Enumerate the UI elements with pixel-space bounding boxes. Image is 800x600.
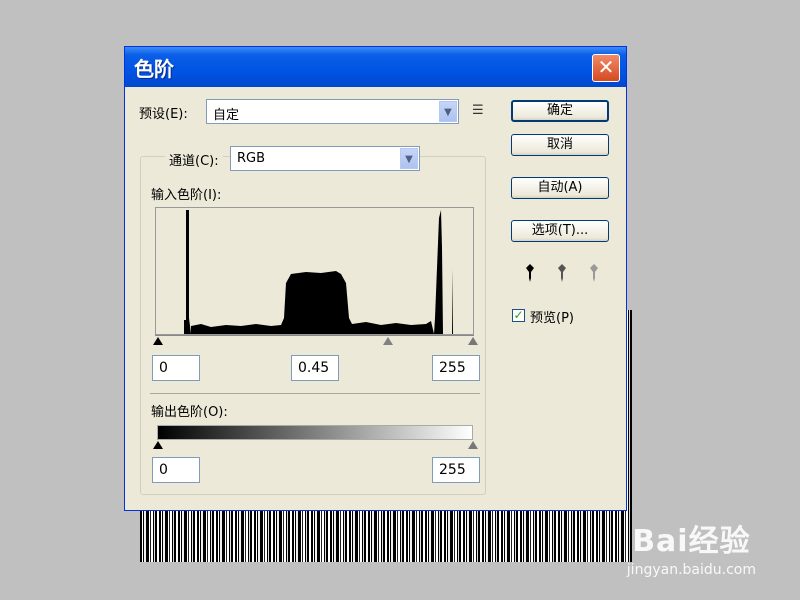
output-black-slider-handle[interactable] — [153, 441, 163, 449]
input-slider-track — [155, 335, 474, 336]
close-button[interactable]: ✕ — [592, 54, 620, 82]
watermark-url: jingyan.baidu.com — [626, 562, 756, 578]
output-black-field[interactable]: 0 — [152, 457, 200, 483]
output-gradient-bar — [157, 425, 473, 440]
gray-eyedropper-icon[interactable] — [557, 264, 567, 282]
watermark-logo: Bai经验 — [632, 524, 751, 559]
black-eyedropper-icon[interactable] — [525, 264, 535, 282]
section-divider — [150, 393, 480, 394]
white-eyedropper-icon[interactable] — [589, 264, 599, 282]
channel-label: 通道(C): — [165, 150, 223, 169]
chevron-down-icon: ▼ — [400, 148, 418, 169]
output-white-slider-handle[interactable] — [468, 441, 478, 449]
dialog-title: 色阶 — [134, 57, 174, 81]
options-button[interactable]: 选项(T)... — [511, 220, 609, 242]
preview-checkbox[interactable]: ✓ — [512, 309, 525, 322]
input-white-field[interactable]: 255 — [432, 355, 480, 381]
baidu-jingyan-watermark: Bai经验 jingyan.baidu.com — [627, 516, 756, 578]
input-gamma-field[interactable]: 0.45 — [291, 355, 339, 381]
ok-button[interactable]: 确定 — [511, 100, 609, 122]
preview-label: 预览(P) — [530, 311, 574, 326]
preset-value: 自定 — [213, 108, 240, 123]
input-gamma-slider-handle[interactable] — [383, 337, 393, 345]
cancel-button[interactable]: 取消 — [511, 134, 609, 156]
channel-value: RGB — [237, 151, 266, 166]
preset-dropdown[interactable]: 自定 ▼ — [206, 99, 459, 124]
input-black-field[interactable]: 0 — [152, 355, 200, 381]
output-levels-label: 输出色阶(O): — [151, 405, 228, 420]
output-white-field[interactable]: 255 — [432, 457, 480, 483]
histogram — [155, 207, 474, 335]
list-menu-icon[interactable]: ☰ — [472, 103, 484, 118]
channel-dropdown[interactable]: RGB ▼ — [230, 146, 420, 171]
input-white-slider-handle[interactable] — [468, 337, 478, 345]
auto-button[interactable]: 自动(A) — [511, 177, 609, 199]
chevron-down-icon: ▼ — [439, 101, 457, 122]
histogram-graph — [184, 210, 453, 334]
input-levels-label: 输入色阶(I): — [151, 188, 222, 203]
preset-label: 预设(E): — [139, 107, 188, 122]
input-black-slider-handle[interactable] — [153, 337, 163, 345]
title-bar[interactable]: 色阶 ✕ — [125, 47, 626, 87]
